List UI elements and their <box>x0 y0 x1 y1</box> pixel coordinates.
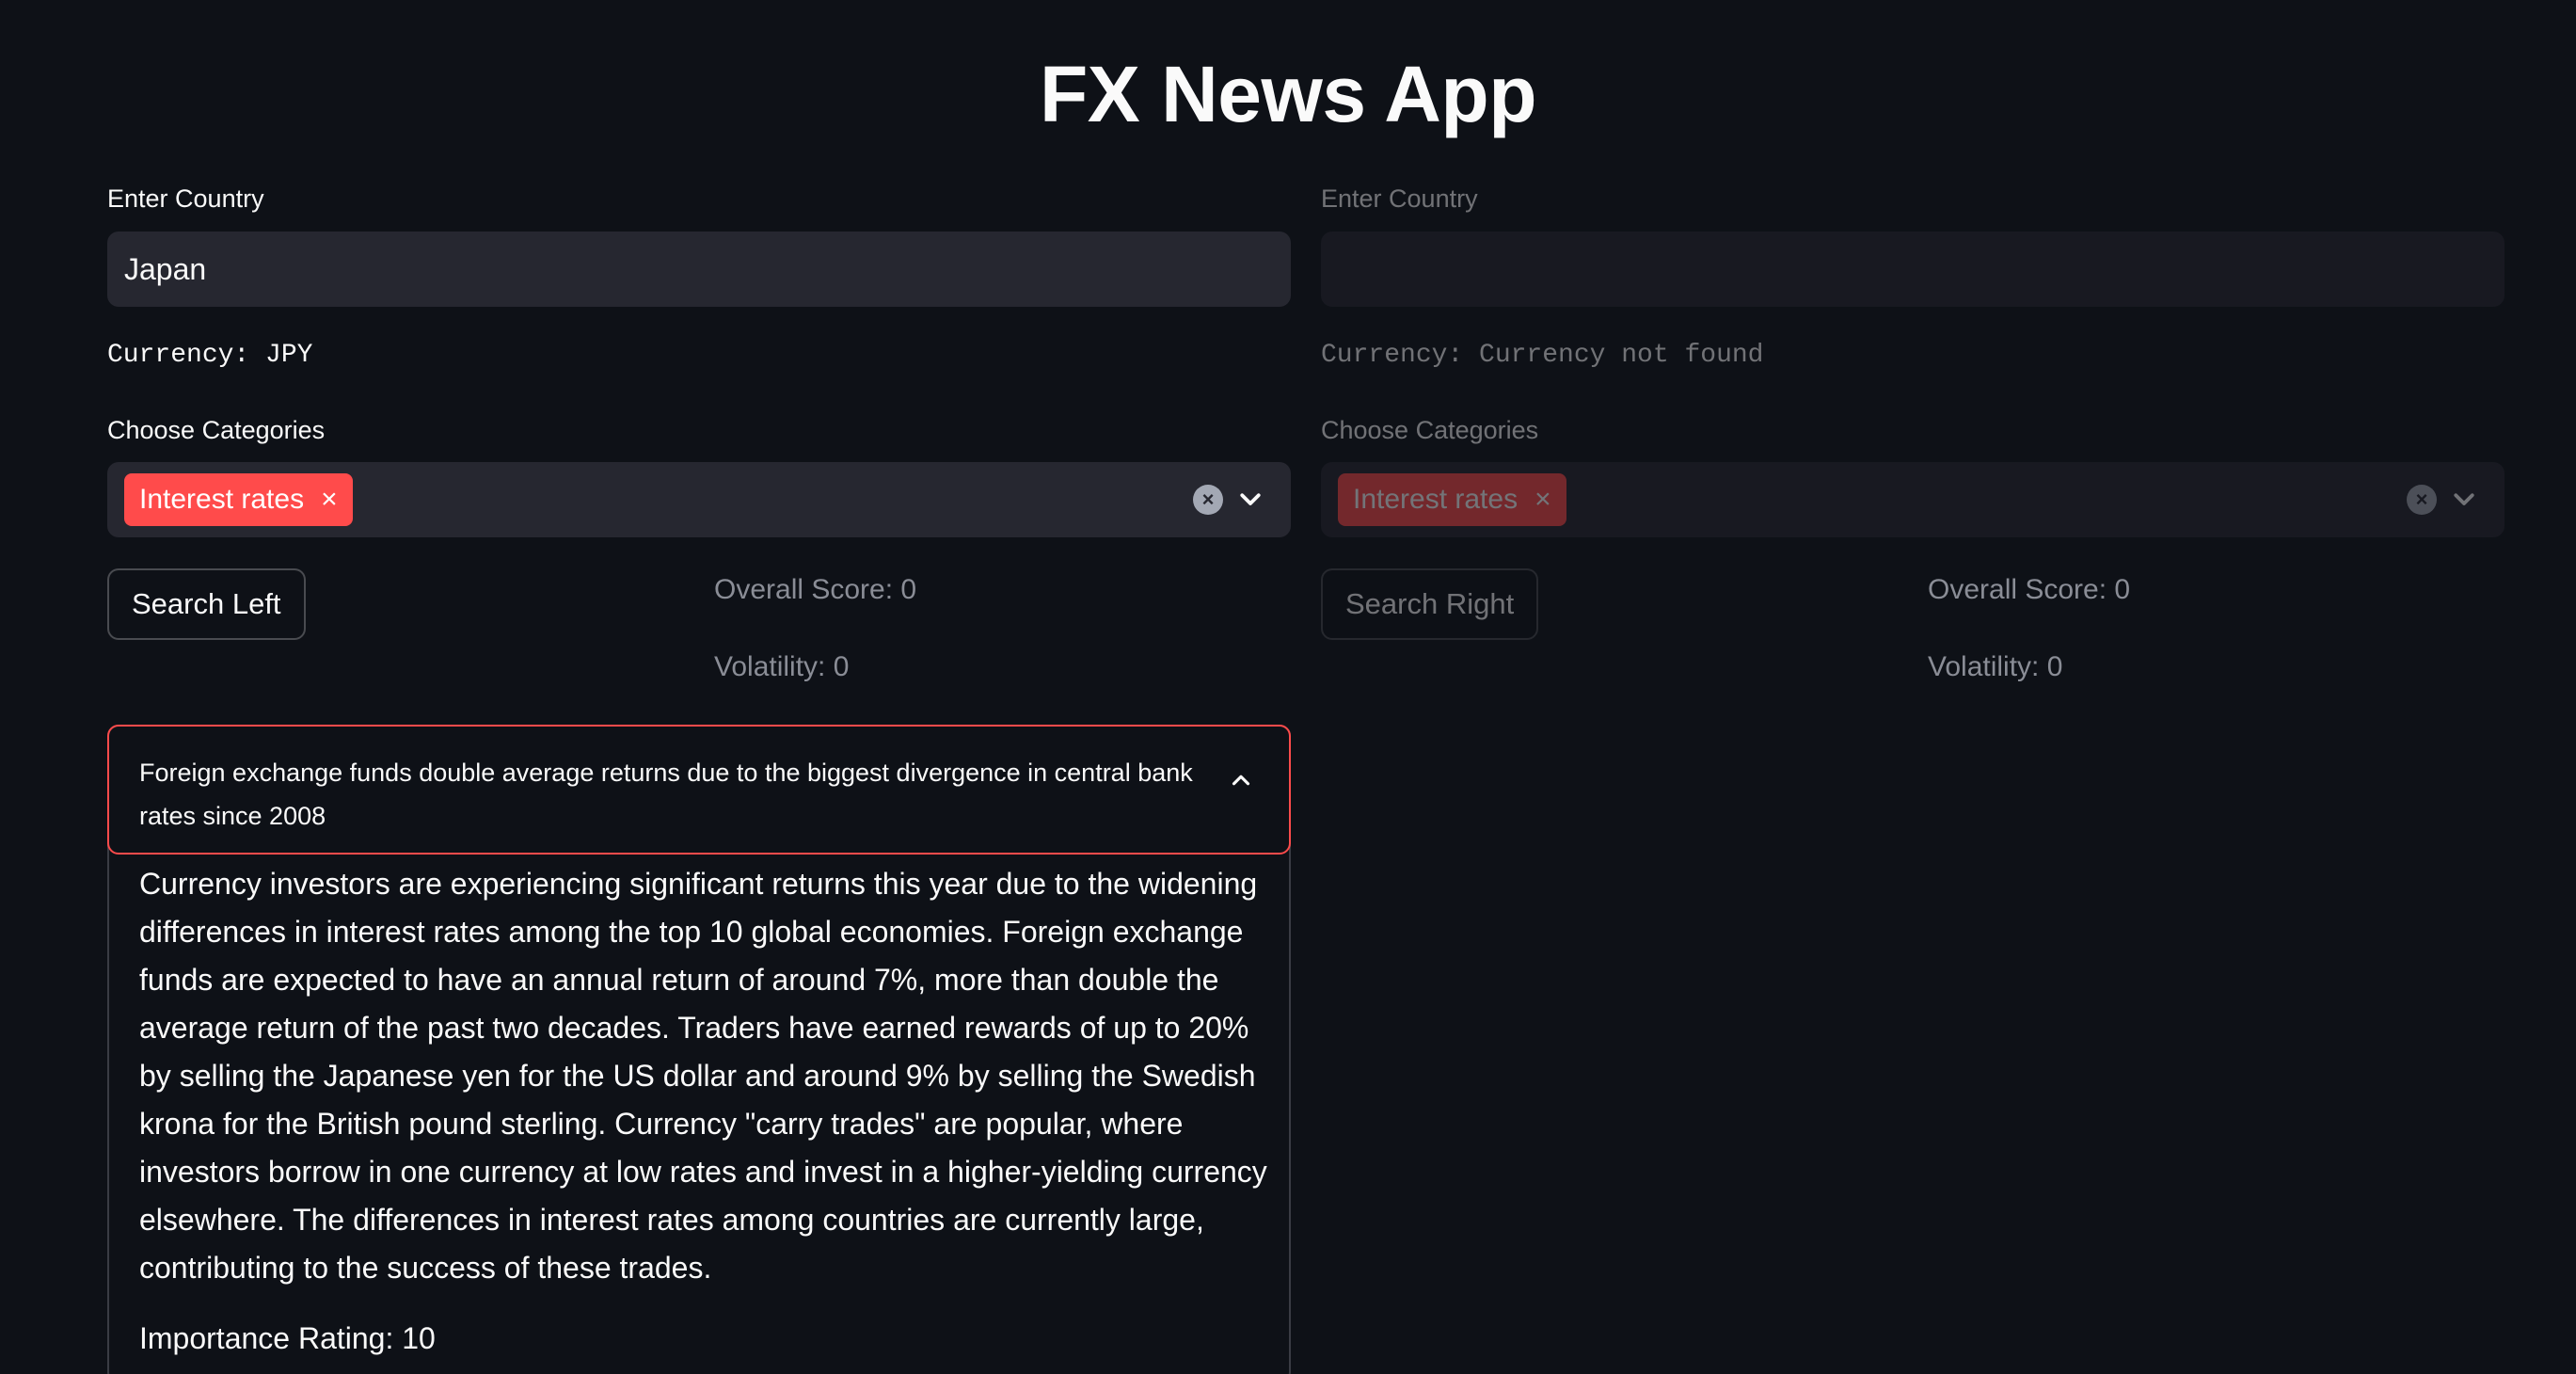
article-expander: Foreign exchange funds double average re… <box>107 725 1291 1374</box>
search-right-button[interactable]: Search Right <box>1321 568 1539 640</box>
right-categories-label: Choose Categories <box>1321 416 1539 444</box>
right-currency-text: Currency: Currency not found <box>1321 341 1764 370</box>
article-title: Foreign exchange funds double average re… <box>139 759 1193 830</box>
app-page: FX News App Enter Country Japan Currency… <box>0 0 2576 1374</box>
left-categories-select[interactable]: Interest rates × × <box>107 462 1291 537</box>
left-category-tag-label: Interest rates <box>139 484 305 515</box>
tag-remove-icon[interactable]: × <box>321 484 338 516</box>
left-overall-score: Overall Score: 0 <box>714 574 917 605</box>
right-category-tag-label: Interest rates <box>1353 484 1519 515</box>
search-left-button[interactable]: Search Left <box>107 568 306 640</box>
right-categories-select[interactable]: Interest rates × × <box>1321 462 2504 537</box>
clear-icon[interactable]: × <box>2407 485 2437 515</box>
right-category-tag: Interest rates × <box>1338 473 1566 526</box>
left-categories-label: Choose Categories <box>107 416 326 444</box>
right-overall-score: Overall Score: 0 <box>1928 574 2131 605</box>
left-currency-text: Currency: JPY <box>107 341 313 370</box>
article-body: Currency investors are experiencing sign… <box>139 867 1267 1285</box>
right-volatility: Volatility: 0 <box>1928 651 2063 682</box>
right-country-label: Enter Country <box>1321 184 1478 213</box>
chevron-up-icon[interactable] <box>1227 766 1255 794</box>
right-country-input[interactable] <box>1321 232 2504 307</box>
page-title: FX News App <box>1039 50 1537 138</box>
tag-remove-icon[interactable]: × <box>1534 484 1551 516</box>
chevron-down-icon[interactable] <box>2450 485 2478 513</box>
article-expander-header[interactable]: Foreign exchange funds double average re… <box>107 725 1291 855</box>
left-country-input[interactable]: Japan <box>107 232 1291 307</box>
clear-icon[interactable]: × <box>1193 485 1223 515</box>
left-country-label: Enter Country <box>107 184 264 213</box>
chevron-down-icon[interactable] <box>1236 485 1264 513</box>
left-category-tag: Interest rates × <box>124 473 353 526</box>
importance-rating: Importance Rating: 10 <box>139 1321 436 1355</box>
left-volatility: Volatility: 0 <box>714 651 850 682</box>
